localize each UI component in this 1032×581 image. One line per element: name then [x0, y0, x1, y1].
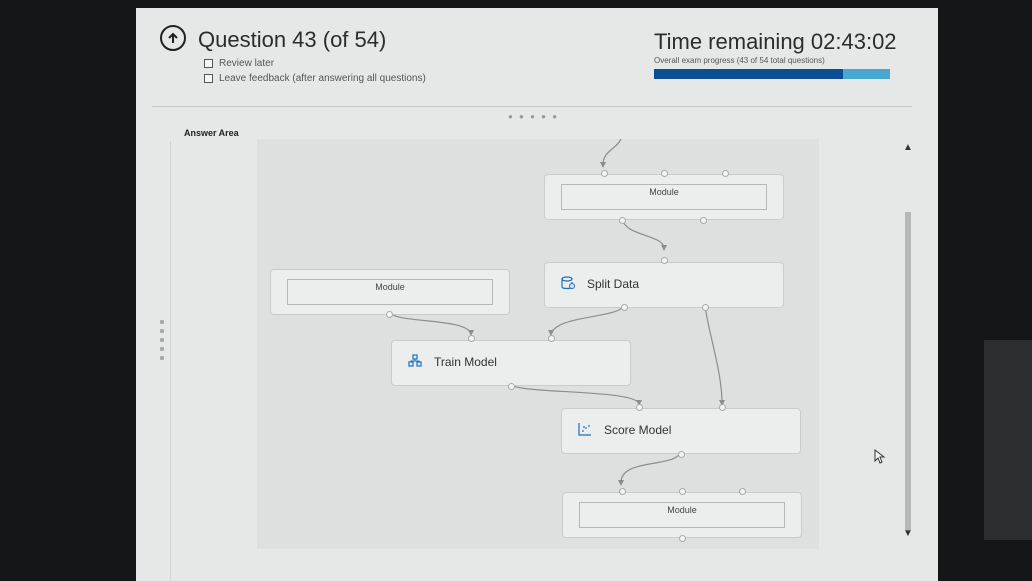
input-port[interactable] — [636, 404, 643, 411]
exam-header: Question 43 (of 54) Review later Leave f… — [136, 8, 938, 108]
exam-window: Question 43 (of 54) Review later Leave f… — [136, 8, 938, 581]
scroll-down-icon[interactable]: ▼ — [903, 528, 913, 539]
bottom-module[interactable]: Module — [562, 492, 802, 538]
drag-handle[interactable] — [160, 320, 166, 365]
answer-area-label: Answer Area — [184, 128, 239, 138]
background-window — [984, 340, 1032, 540]
module-drop-target[interactable]: Module — [287, 279, 493, 305]
splitter-handle[interactable]: ● ● ● ● ● — [508, 112, 559, 121]
leave-feedback-option[interactable]: Leave feedback (after answering all ques… — [204, 73, 426, 84]
progress-bar — [654, 69, 890, 79]
module-label: Module — [667, 505, 697, 515]
review-later-label: Review later — [219, 58, 275, 69]
train-model-label: Train Model — [434, 355, 497, 369]
scrollbar-thumb[interactable] — [905, 212, 911, 530]
input-port[interactable] — [679, 488, 686, 495]
input-port[interactable] — [739, 488, 746, 495]
output-port[interactable] — [508, 383, 515, 390]
input-port[interactable] — [468, 335, 475, 342]
output-port[interactable] — [679, 535, 686, 542]
header-divider — [152, 106, 912, 107]
score-model-icon — [578, 422, 592, 441]
workflow-canvas: Module Module Split Data Train Model Sco… — [257, 139, 819, 549]
input-port[interactable] — [601, 170, 608, 177]
review-later-checkbox[interactable] — [204, 59, 213, 68]
module-drop-target[interactable]: Module — [561, 184, 767, 210]
module-drop-target[interactable]: Module — [579, 502, 785, 528]
train-model-module[interactable]: Train Model — [391, 340, 631, 386]
left-module[interactable]: Module — [270, 269, 510, 315]
leave-feedback-label: Leave feedback (after answering all ques… — [219, 73, 426, 84]
mouse-cursor-icon — [874, 449, 886, 464]
train-model-icon — [408, 354, 422, 373]
split-data-module[interactable]: Split Data — [544, 262, 784, 308]
input-port[interactable] — [719, 404, 726, 411]
question-title: Question 43 (of 54) — [198, 27, 387, 52]
module-label: Module — [649, 187, 679, 197]
score-model-label: Score Model — [604, 423, 672, 437]
progress-bar-fill — [654, 69, 843, 79]
output-port[interactable] — [619, 217, 626, 224]
input-port[interactable] — [661, 257, 668, 264]
output-port[interactable] — [678, 451, 685, 458]
input-port[interactable] — [661, 170, 668, 177]
answer-area-scrollbar[interactable]: ▲ ▼ — [903, 140, 913, 540]
score-model-module[interactable]: Score Model — [561, 408, 801, 454]
scroll-up-icon[interactable]: ▲ — [903, 142, 913, 153]
split-data-icon — [561, 276, 575, 295]
top-module[interactable]: Module — [544, 174, 784, 220]
review-later-option[interactable]: Review later — [204, 58, 274, 69]
split-data-label: Split Data — [587, 277, 640, 291]
output-port[interactable] — [702, 304, 709, 311]
input-port[interactable] — [619, 488, 626, 495]
output-port[interactable] — [700, 217, 707, 224]
module-label: Module — [375, 282, 405, 292]
input-port[interactable] — [548, 335, 555, 342]
progress-label: Overall exam progress (43 of 54 total qu… — [654, 56, 825, 65]
back-arrow-icon[interactable] — [160, 25, 186, 51]
leave-feedback-checkbox[interactable] — [204, 74, 213, 83]
output-port[interactable] — [621, 304, 628, 311]
time-remaining: Time remaining 02:43:02 — [654, 29, 897, 54]
input-port[interactable] — [722, 170, 729, 177]
output-port[interactable] — [386, 311, 393, 318]
